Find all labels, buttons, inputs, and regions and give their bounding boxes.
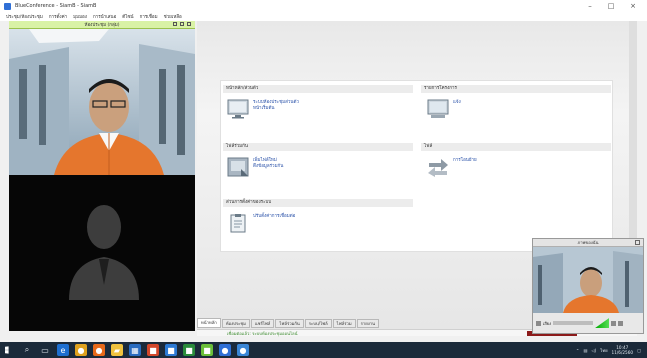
explorer-icon[interactable]: ▰ <box>111 344 123 356</box>
transfer-arrows-icon <box>428 159 448 177</box>
participant-panel: ห้องประชุม (กลุ่ม) <box>9 21 195 331</box>
share-icon <box>227 157 249 177</box>
mic-icon[interactable] <box>536 320 541 326</box>
menu-item-help[interactable]: ช่วยเหลือ <box>164 13 182 20</box>
app-logo-icon <box>4 2 11 10</box>
clipboard-icon <box>230 214 246 233</box>
notification-icon[interactable]: ▢ <box>637 348 641 353</box>
store-icon[interactable]: ▦ <box>129 344 141 356</box>
panel-controls <box>173 22 191 26</box>
minimize-button[interactable]: – <box>582 1 598 11</box>
menu-bar: ประชุม/ห้องประชุม การตั้งค่า มุมมอง การน… <box>0 12 647 21</box>
window-title: BlueConference - SiamB - SiamB <box>15 3 97 9</box>
monitor-icon <box>227 99 249 119</box>
settings-icon[interactable] <box>618 320 624 326</box>
volume-icon[interactable]: ◁) <box>591 348 596 353</box>
start-button[interactable] <box>0 342 18 358</box>
tile-transfer[interactable]: การโอนย้าย <box>427 157 477 177</box>
app-icon[interactable]: ■ <box>147 344 159 356</box>
app-icon[interactable]: ● <box>237 344 249 356</box>
bottom-tab-bar: หน้าหลัก ห้องประชุม แชร์ไฟล์ ไฟล์ร่วมกัน… <box>197 318 379 328</box>
main-video-feed <box>9 29 195 175</box>
home-dashboard: หน้าหลัก/ส่วนตัว รายการโครงการ ระบบห้องป… <box>220 80 613 252</box>
self-view-controls: เสียง <box>533 313 643 333</box>
title-bar: BlueConference - SiamB - SiamB <box>0 0 647 12</box>
system-tray: ⌃ ▤ ◁) ไทย 10:47 11/6/2560 ▢ <box>576 344 641 356</box>
tile-share[interactable]: เพิ่มไฟล์ใหม่ ดึงข้อมูลร่วมกัน <box>227 157 283 177</box>
app-icon[interactable]: ■ <box>165 344 177 356</box>
tile-share-subtitle: ดึงข้อมูลร่วมกัน <box>253 164 284 169</box>
tab-home[interactable]: หน้าหลัก <box>197 318 221 328</box>
maximize-button[interactable]: □ <box>603 1 619 11</box>
section-header-home: หน้าหลัก/ส่วนตัว <box>223 85 413 93</box>
participant-panel-header: ห้องประชุม (กลุ่ม) <box>9 21 195 29</box>
language-indicator[interactable]: ไทย <box>600 347 607 354</box>
user-silhouette-icon <box>69 205 139 300</box>
volume-slider[interactable] <box>553 321 594 325</box>
status-text: เชื่อมต่อแล้ว: ระบบห้องประชุมออนไลน์ <box>227 331 298 336</box>
self-view-close-icon[interactable] <box>635 240 640 245</box>
windows-logo-icon <box>5 346 9 354</box>
windows-taskbar: ⌕ ▭ e ● ● ▰ ▦ ■ ■ ■ ■ ● ● ⌃ ▤ ◁) ไทย 10:… <box>0 342 647 358</box>
network-icon[interactable]: ▤ <box>583 348 587 353</box>
search-icon[interactable]: ⌕ <box>21 344 33 356</box>
tile-personal-room[interactable]: ระบบห้องประชุมส่วนตัว หน้าเริ่มต้น <box>227 99 299 119</box>
tab-share-file[interactable]: แชร์ไฟล์ <box>250 319 275 328</box>
tab-meeting-room[interactable]: ห้องประชุม <box>221 319 250 328</box>
computer-icon <box>427 99 449 118</box>
self-view-title: ภาพของฉัน <box>577 240 599 245</box>
section-header-projects: รายการโครงการ <box>421 85 611 93</box>
tab-system-files[interactable]: ระบบ/ไฟล์ <box>304 319 332 328</box>
menu-item-view[interactable]: มุมมอง <box>73 13 87 20</box>
app-window: BlueConference - SiamB - SiamB – □ × ประ… <box>0 0 647 358</box>
clock-date: 11/6/2560 <box>611 350 634 355</box>
section-header-files: ไฟล์ <box>421 143 611 151</box>
presenter-video <box>9 29 195 175</box>
menu-item-meeting[interactable]: ประชุม/ห้องประชุม <box>6 13 43 20</box>
tab-report[interactable]: รายงาน <box>356 319 379 328</box>
clock[interactable]: 10:47 11/6/2560 <box>612 345 633 355</box>
empty-video-slot <box>9 175 195 331</box>
self-video-feed <box>533 247 643 313</box>
section-header-share: ไฟล์ร่วมกัน <box>223 143 413 151</box>
edge-icon[interactable]: e <box>57 344 69 356</box>
self-video <box>533 247 643 313</box>
tab-shared[interactable]: ไฟล์ร่วม <box>332 319 356 328</box>
task-view-icon[interactable]: ▭ <box>39 344 51 356</box>
tile-transfer-title: การโอนย้าย <box>453 158 477 163</box>
tile-settings-title: ปรับตั้งค่าการเชื่อมต่อ <box>253 214 296 219</box>
tile-project[interactable]: แจ้ง <box>427 99 461 119</box>
tile-project-title: แจ้ง <box>453 100 461 105</box>
menu-item-design[interactable]: ดีไซน์ <box>122 13 133 20</box>
camera-icon[interactable] <box>611 320 617 326</box>
app-icon[interactable]: ● <box>219 344 231 356</box>
close-button[interactable]: × <box>625 1 641 11</box>
section-header-settings: ส่วนการตั้งค่าของระบบ <box>223 199 413 207</box>
signal-strength-icon <box>595 318 610 328</box>
self-view-window[interactable]: ภาพของฉัน เสียง <box>532 238 644 334</box>
menu-item-connect[interactable]: การเชื่อม <box>140 13 158 20</box>
menu-item-settings[interactable]: การตั้งค่า <box>49 13 67 20</box>
panel-close-icon[interactable] <box>187 22 191 26</box>
tile-settings[interactable]: ปรับตั้งค่าการเชื่อมต่อ <box>227 213 295 233</box>
self-view-header: ภาพของฉัน <box>533 239 643 247</box>
app-icon[interactable]: ■ <box>201 344 213 356</box>
chrome-icon[interactable]: ● <box>75 344 87 356</box>
app-icon[interactable]: ■ <box>183 344 195 356</box>
participant-panel-title: ห้องประชุม (กลุ่ม) <box>84 23 120 28</box>
panel-restore-icon[interactable] <box>180 22 184 26</box>
chevron-up-icon[interactable]: ⌃ <box>576 348 580 353</box>
panel-minimize-icon[interactable] <box>173 22 177 26</box>
volume-label: เสียง <box>543 320 552 326</box>
tile-personal-room-subtitle: หน้าเริ่มต้น <box>253 106 275 111</box>
tab-shared-files[interactable]: ไฟล์ร่วมกัน <box>275 319 304 328</box>
firefox-icon[interactable]: ● <box>93 344 105 356</box>
menu-item-present[interactable]: การนำเสนอ <box>93 13 116 20</box>
